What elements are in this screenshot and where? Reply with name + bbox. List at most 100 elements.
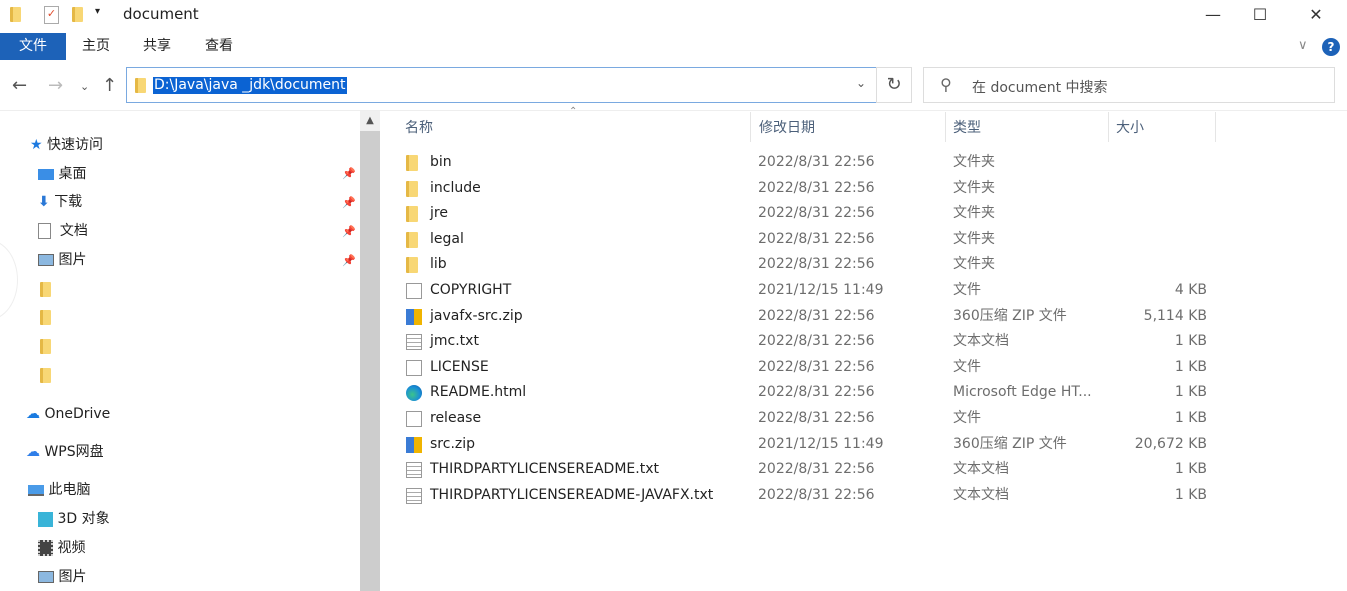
file-date: 2022/8/31 22:56	[758, 410, 875, 426]
column-divider[interactable]	[1215, 112, 1216, 142]
search-box[interactable]: ⚲ 在 document 中搜索	[923, 67, 1335, 103]
doc-icon	[406, 283, 422, 299]
file-name[interactable]: bin	[430, 150, 452, 175]
file-row[interactable]: legal 2022/8/31 22:56 文件夹	[382, 227, 1222, 252]
pin-icon[interactable]: 📌	[342, 254, 356, 267]
file-row[interactable]: THIRDPARTYLICENSEREADME.txt 2022/8/31 22:…	[382, 457, 1222, 482]
sidebar-item-this-pc[interactable]: 此电脑	[28, 477, 90, 503]
tab-view[interactable]: 查看	[189, 33, 249, 60]
refresh-button[interactable]: ↻	[876, 67, 912, 103]
tab-share[interactable]: 共享	[127, 33, 187, 60]
file-name[interactable]: include	[430, 176, 481, 201]
file-name[interactable]: src.zip	[430, 432, 475, 457]
file-row[interactable]: THIRDPARTYLICENSEREADME-JAVAFX.txt 2022/8…	[382, 483, 1222, 508]
sidebar-item-pictures[interactable]: 图片	[38, 247, 86, 273]
address-dropdown-icon[interactable]: ⌄	[856, 76, 866, 90]
file-row[interactable]: jre 2022/8/31 22:56 文件夹	[382, 201, 1222, 226]
back-button[interactable]: ←	[12, 75, 27, 96]
sidebar-scrollbar[interactable]: ▲	[360, 111, 380, 591]
file-name[interactable]: COPYRIGHT	[430, 278, 511, 303]
file-date: 2022/8/31 22:56	[758, 256, 875, 273]
file-name[interactable]: javafx-src.zip	[430, 304, 523, 329]
file-row[interactable]: README.html 2022/8/31 22:56 Microsoft Edge…	[382, 380, 1222, 405]
file-size: 5,114 KB	[1143, 307, 1207, 324]
pin-icon[interactable]: 📌	[342, 196, 356, 209]
file-row[interactable]: COPYRIGHT 2021/12/15 11:49 文件 4 KB	[382, 278, 1222, 303]
sidebar-item-onedrive[interactable]: ☁ OneDrive	[26, 401, 110, 427]
file-row[interactable]: lib 2022/8/31 22:56 文件夹	[382, 252, 1222, 277]
file-name[interactable]: legal	[430, 227, 464, 252]
file-name[interactable]: LICENSE	[430, 355, 489, 380]
folder-icon[interactable]	[40, 282, 51, 297]
folder-icon[interactable]	[40, 310, 51, 325]
file-name[interactable]: README.html	[430, 380, 526, 405]
column-header-type[interactable]: 类型	[953, 115, 981, 142]
file-size: 1 KB	[1174, 333, 1207, 350]
file-row[interactable]: include 2022/8/31 22:56 文件夹	[382, 176, 1222, 201]
sidebar-item-downloads[interactable]: ⬇ 下载	[38, 189, 82, 215]
file-name[interactable]: release	[430, 406, 481, 431]
tab-file[interactable]: 文件	[0, 33, 66, 60]
column-divider[interactable]	[750, 112, 751, 142]
recent-locations-button[interactable]: ⌄	[80, 80, 89, 93]
file-name[interactable]: THIRDPARTYLICENSEREADME.txt	[430, 457, 659, 482]
file-date: 2022/8/31 22:56	[758, 333, 875, 350]
file-row[interactable]: src.zip 2021/12/15 11:49 360压缩 ZIP 文件 20,67…	[382, 432, 1222, 457]
expand-ribbon-icon[interactable]: ∨	[1298, 38, 1308, 53]
sidebar-item-documents[interactable]: 文档	[38, 218, 88, 244]
folder-icon	[10, 7, 21, 22]
search-input[interactable]: 在 document 中搜索	[972, 77, 1108, 97]
column-divider[interactable]	[1108, 112, 1109, 142]
column-divider[interactable]	[945, 112, 946, 142]
sidebar-item-desktop[interactable]: 桌面	[38, 161, 86, 187]
sidebar-item-3d-objects[interactable]: 3D 对象	[38, 506, 110, 532]
scroll-up-button[interactable]: ▲	[360, 111, 380, 131]
maximize-button[interactable]: ☐	[1237, 0, 1283, 30]
folder-icon[interactable]	[40, 368, 51, 383]
pin-icon[interactable]: 📌	[342, 225, 356, 238]
edge-icon	[406, 385, 422, 402]
file-row[interactable]: javafx-src.zip 2022/8/31 22:56 360压缩 ZIP 文…	[382, 304, 1222, 329]
file-type: Microsoft Edge HT...	[953, 384, 1092, 401]
file-name[interactable]: THIRDPARTYLICENSEREADME-JAVAFX.txt	[430, 483, 713, 508]
file-size: 1 KB	[1174, 384, 1207, 401]
sidebar-item-wps[interactable]: ☁ WPS网盘	[26, 439, 104, 465]
tab-home[interactable]: 主页	[66, 33, 126, 60]
file-type: 文本文档	[953, 461, 1009, 478]
file-type: 文件	[953, 410, 981, 426]
minimize-button[interactable]: —	[1190, 0, 1236, 30]
file-row[interactable]: LICENSE 2022/8/31 22:56 文件 1 KB	[382, 355, 1222, 380]
sort-ascending-icon: ⌃	[569, 106, 578, 117]
file-name[interactable]: jmc.txt	[430, 329, 479, 354]
file-name[interactable]: jre	[430, 201, 448, 226]
customize-toolbar-icon[interactable]: ▾	[95, 6, 100, 17]
zip-icon	[406, 308, 422, 325]
file-type: 文件夹	[953, 256, 995, 273]
folder-icon[interactable]	[40, 339, 51, 354]
address-bar[interactable]: D:\Java\java _jdk\document ⌄	[126, 67, 876, 103]
sidebar-item-pc-pictures[interactable]: 图片	[38, 564, 86, 590]
file-row[interactable]: jmc.txt 2022/8/31 22:56 文本文档 1 KB	[382, 329, 1222, 354]
file-date: 2021/12/15 11:49	[758, 435, 884, 452]
address-path[interactable]: D:\Java\java _jdk\document	[153, 77, 347, 94]
properties-icon[interactable]: ✓	[44, 6, 59, 24]
new-folder-icon[interactable]	[72, 7, 83, 22]
file-row[interactable]: release 2022/8/31 22:56 文件 1 KB	[382, 406, 1222, 431]
help-icon[interactable]: ?	[1322, 38, 1340, 56]
pin-icon[interactable]: 📌	[342, 167, 356, 180]
file-date: 2022/8/31 22:56	[758, 358, 875, 375]
column-header-date[interactable]: 修改日期	[759, 115, 815, 142]
up-button[interactable]: ↑	[102, 75, 117, 96]
sidebar-item-quick-access[interactable]: ★ 快速访问	[30, 132, 103, 158]
file-date: 2022/8/31 22:56	[758, 461, 875, 478]
sidebar-item-videos[interactable]: 视频	[38, 535, 85, 561]
close-button[interactable]: ✕	[1293, 0, 1339, 30]
file-row[interactable]: bin 2022/8/31 22:56 文件夹	[382, 150, 1222, 175]
column-header-name[interactable]: 名称	[405, 115, 433, 142]
window-title: document	[123, 5, 199, 23]
cloud-icon: ☁	[26, 444, 40, 460]
file-name[interactable]: lib	[430, 252, 447, 277]
column-header-size[interactable]: 大小	[1116, 115, 1144, 142]
forward-button[interactable]: →	[48, 75, 63, 96]
file-type: 文件	[953, 358, 981, 375]
